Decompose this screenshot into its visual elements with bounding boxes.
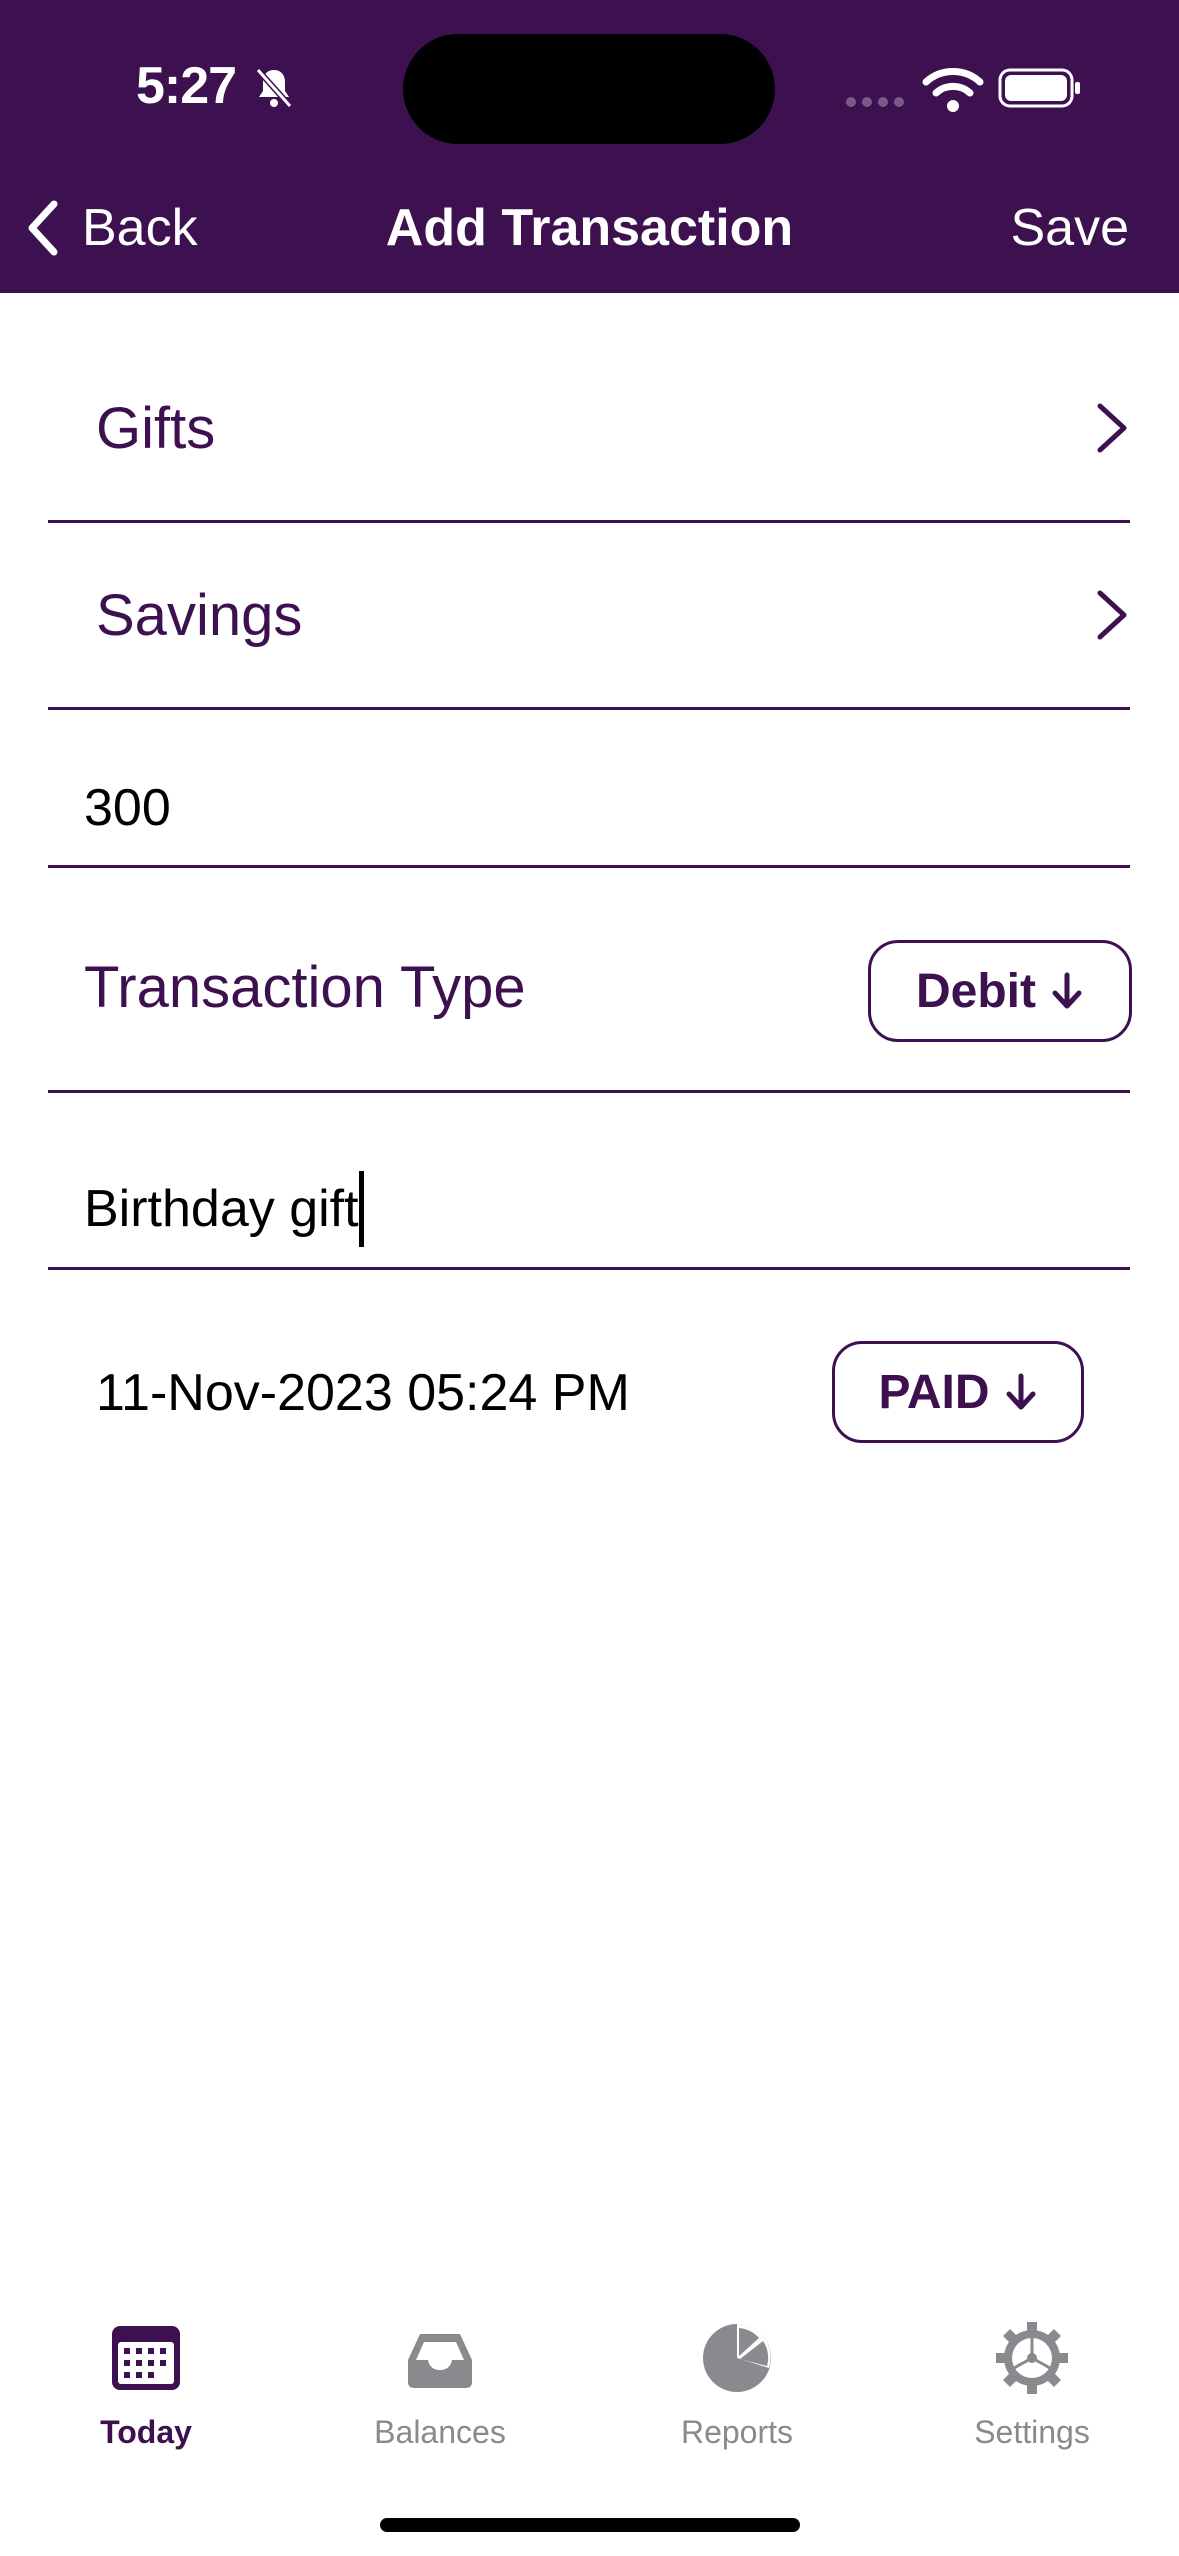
cellular-signal-icon <box>846 97 904 107</box>
chevron-right-icon <box>1097 403 1127 453</box>
save-button[interactable]: Save <box>1010 196 1129 260</box>
tab-today[interactable]: Today <box>26 2320 266 2451</box>
tab-label: Today <box>100 2414 192 2450</box>
note-text-wrap: Birthday gift <box>84 1171 364 1247</box>
calendar-icon <box>112 2326 180 2390</box>
note-field[interactable]: Birthday gift <box>48 1093 1130 1270</box>
arrow-down-icon <box>1006 1373 1036 1410</box>
tab-settings[interactable]: Settings <box>912 2320 1152 2451</box>
battery-icon <box>998 68 1080 108</box>
text-cursor <box>358 1171 364 1247</box>
gear-icon <box>996 2322 1068 2394</box>
status-time: 5:27 <box>136 57 237 115</box>
pie-chart-icon <box>703 2324 771 2392</box>
category-row[interactable]: Gifts <box>48 336 1130 523</box>
status-value: PAID <box>878 1365 990 1419</box>
home-indicator <box>380 2518 800 2532</box>
tray-icon <box>408 2334 472 2388</box>
header: 5:27 Back Add Transaction Save <box>0 0 1179 293</box>
account-row[interactable]: Savings <box>48 523 1130 710</box>
tab-label: Reports <box>680 2414 794 2450</box>
category-label: Gifts <box>96 395 216 461</box>
amount-field[interactable]: 300 <box>48 710 1130 868</box>
transaction-type-row: Transaction Type Debit <box>48 868 1132 1093</box>
page-title: Add Transaction <box>385 199 794 257</box>
status-button[interactable]: PAID <box>832 1341 1084 1443</box>
tab-label: Balances <box>374 2414 506 2450</box>
date-value[interactable]: 11-Nov-2023 05:24 PM <box>96 1363 630 1423</box>
transaction-type-button[interactable]: Debit <box>868 940 1132 1042</box>
tab-balances[interactable]: Balances <box>320 2320 560 2451</box>
arrow-down-icon <box>1052 972 1082 1009</box>
account-label: Savings <box>96 582 303 648</box>
transaction-type-label: Transaction Type <box>84 955 526 1020</box>
bell-muted-icon <box>255 68 293 108</box>
tab-reports[interactable]: Reports <box>617 2320 857 2451</box>
wifi-icon <box>922 68 984 112</box>
dynamic-island <box>403 34 775 144</box>
tab-label: Settings <box>974 2414 1090 2450</box>
amount-value: 300 <box>84 779 171 837</box>
transaction-type-value: Debit <box>916 964 1036 1018</box>
note-value: Birthday gift <box>84 1180 359 1238</box>
chevron-right-icon <box>1097 590 1127 640</box>
